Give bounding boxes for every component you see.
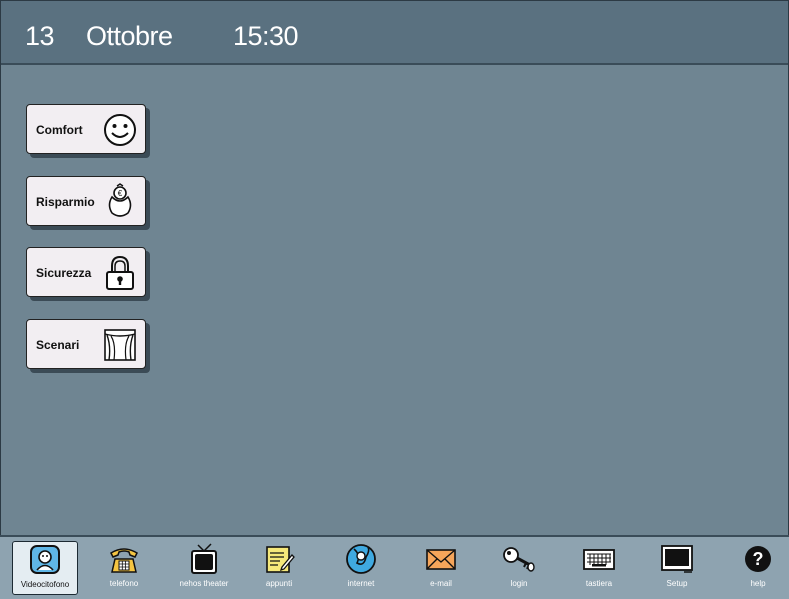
taskbar-label: help <box>750 579 766 588</box>
taskbar-label: nehos theater <box>179 579 229 588</box>
taskbar-label: tastiera <box>585 579 613 588</box>
scenari-label: Scenari <box>36 338 80 352</box>
key-icon <box>503 547 535 572</box>
taskbar-videocitofono[interactable]: Videocitofono <box>12 541 78 595</box>
clock-time: 15:30 <box>233 21 299 51</box>
taskbar-label: e-mail <box>430 579 452 588</box>
tv-icon <box>191 543 217 574</box>
envelope-icon <box>426 549 456 570</box>
taskbar-label: appunti <box>265 579 293 588</box>
taskbar-telefono[interactable]: telefono <box>91 541 157 595</box>
taskbar-nehos-theater[interactable]: nehos theater <box>171 541 237 595</box>
padlock-icon <box>106 255 134 290</box>
sicurezza-button[interactable]: Sicurezza <box>26 247 146 297</box>
taskbar-label: Setup <box>666 579 688 588</box>
taskbar-email[interactable]: e-mail <box>408 541 474 595</box>
smiley-icon <box>104 114 136 146</box>
piggy-bank-icon: € <box>108 183 132 217</box>
monitor-icon <box>661 545 693 573</box>
comfort-label: Comfort <box>36 123 83 137</box>
taskbar: Videocitofono telefono nehos theater app… <box>0 535 789 599</box>
notepad-icon <box>266 546 295 573</box>
taskbar-appunti[interactable]: appunti <box>246 541 312 595</box>
taskbar-label: Videocitofono <box>20 580 70 589</box>
taskbar-setup[interactable]: Setup <box>644 541 710 595</box>
header-bar: 13 Ottobre 15:30 <box>1 1 788 65</box>
date-day: 13 <box>25 21 55 51</box>
risparmio-button[interactable]: Risparmio € <box>26 176 146 226</box>
scenari-button[interactable]: Scenari <box>26 319 146 369</box>
date-month: Ottobre <box>86 21 173 51</box>
taskbar-label: telefono <box>109 579 139 588</box>
internet-icon <box>346 544 376 574</box>
sicurezza-label: Sicurezza <box>36 266 92 280</box>
keyboard-icon <box>583 549 615 570</box>
svg-text:€: € <box>118 189 123 198</box>
taskbar-tastiera[interactable]: tastiera <box>566 541 632 595</box>
taskbar-help[interactable]: ? help <box>725 541 789 595</box>
risparmio-label: Risparmio <box>36 195 95 209</box>
taskbar-internet[interactable]: internet <box>328 541 394 595</box>
theater-curtain-icon <box>104 329 136 361</box>
taskbar-login[interactable]: login <box>486 541 552 595</box>
svg-text:?: ? <box>753 549 764 569</box>
help-icon: ? <box>745 546 771 572</box>
comfort-button[interactable]: Comfort <box>26 104 146 154</box>
video-intercom-icon <box>30 545 60 574</box>
telephone-icon <box>110 548 138 573</box>
taskbar-label: internet <box>347 579 375 588</box>
taskbar-label: login <box>510 579 528 588</box>
